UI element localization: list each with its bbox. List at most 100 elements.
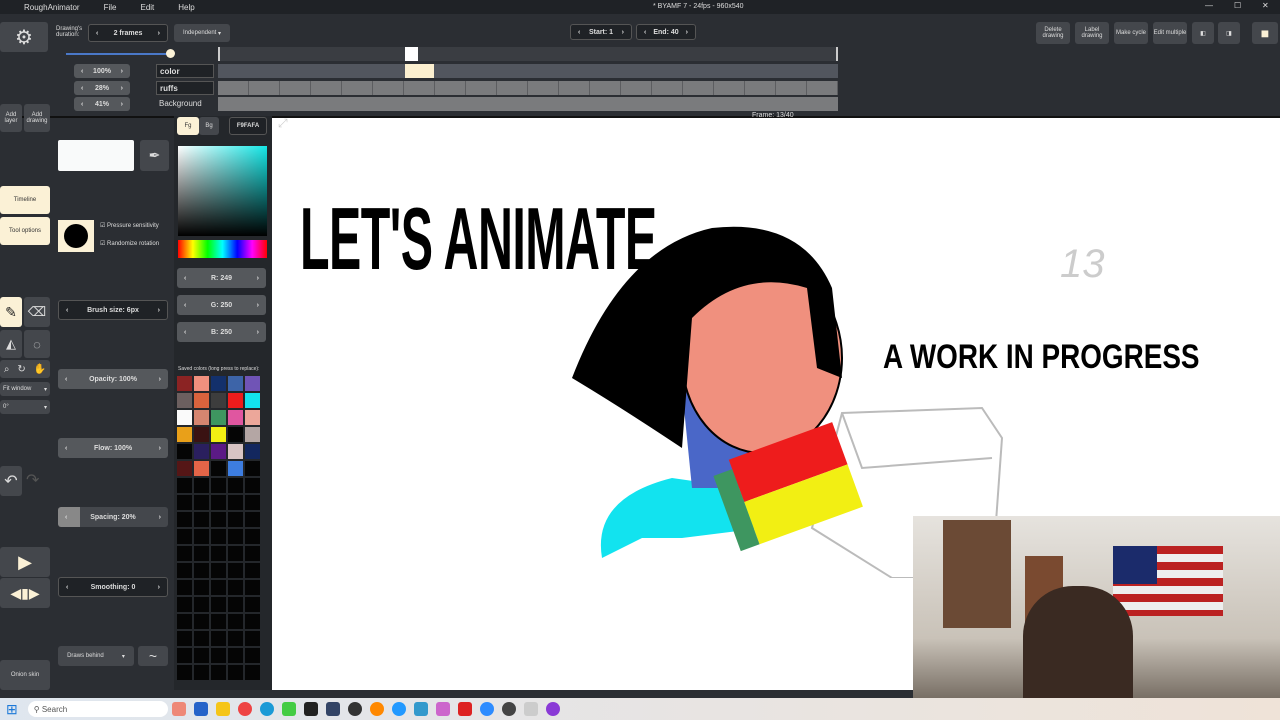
app-icon[interactable] bbox=[435, 702, 450, 716]
roughanimator-icon[interactable] bbox=[523, 702, 538, 716]
solitaire-icon[interactable] bbox=[325, 702, 340, 716]
color-swatch[interactable] bbox=[228, 512, 243, 527]
eyedropper-icon[interactable]: ✒ bbox=[140, 140, 169, 171]
windows-start-icon[interactable]: ⊞ bbox=[6, 701, 18, 718]
hand-icon[interactable]: ✋ bbox=[34, 364, 46, 375]
color-swatch[interactable] bbox=[211, 393, 226, 408]
app-icon[interactable] bbox=[545, 702, 560, 716]
color-swatch[interactable] bbox=[194, 614, 209, 629]
color-swatch[interactable] bbox=[228, 478, 243, 493]
color-swatch[interactable] bbox=[211, 376, 226, 391]
color-swatch[interactable] bbox=[228, 495, 243, 510]
color-swatch[interactable] bbox=[228, 580, 243, 595]
stroke-style-icon[interactable]: ~ bbox=[138, 646, 168, 666]
color-swatch[interactable] bbox=[177, 461, 192, 476]
bg-tab[interactable]: Bg bbox=[199, 117, 219, 135]
playhead[interactable] bbox=[405, 47, 418, 61]
color-swatch[interactable] bbox=[194, 495, 209, 510]
close-button[interactable]: ✕ bbox=[1262, 1, 1269, 10]
color-swatch[interactable] bbox=[177, 478, 192, 493]
hue-slider[interactable] bbox=[178, 240, 267, 258]
color-swatch[interactable] bbox=[245, 427, 260, 442]
color-swatch[interactable] bbox=[228, 376, 243, 391]
brush-tip-preview[interactable] bbox=[58, 220, 94, 252]
color-swatch[interactable] bbox=[194, 393, 209, 408]
flow-stepper[interactable]: ‹ Flow: 100% › bbox=[58, 438, 168, 458]
color-swatch[interactable] bbox=[194, 546, 209, 561]
color-swatch[interactable] bbox=[177, 512, 192, 527]
color-swatch[interactable] bbox=[194, 461, 209, 476]
color-swatch[interactable] bbox=[245, 478, 260, 493]
color-swatch[interactable] bbox=[245, 529, 260, 544]
color-swatch[interactable] bbox=[194, 512, 209, 527]
onion-next-icon[interactable]: ◨ bbox=[1218, 22, 1240, 44]
color-swatch[interactable] bbox=[245, 461, 260, 476]
color-swatch[interactable] bbox=[177, 546, 192, 561]
brush-size-stepper[interactable]: ‹ Brush size: 6px › bbox=[58, 300, 168, 320]
color-swatch[interactable] bbox=[194, 529, 209, 544]
edge-icon[interactable] bbox=[259, 702, 274, 716]
color-swatch[interactable] bbox=[211, 665, 226, 680]
eraser-tool-icon[interactable]: ⌫ bbox=[24, 297, 50, 327]
color-swatch[interactable] bbox=[177, 529, 192, 544]
color-swatch[interactable] bbox=[211, 495, 226, 510]
color-swatch[interactable] bbox=[177, 631, 192, 646]
color-swatch[interactable] bbox=[245, 495, 260, 510]
color-swatch[interactable] bbox=[211, 444, 226, 459]
chrome-icon[interactable] bbox=[237, 702, 252, 716]
make-cycle-button[interactable]: Make cycle bbox=[1114, 22, 1148, 44]
color-swatch[interactable] bbox=[194, 410, 209, 425]
color-swatch[interactable] bbox=[194, 631, 209, 646]
color-swatch[interactable] bbox=[211, 410, 226, 425]
fill-tool-icon[interactable]: ◭ bbox=[0, 330, 22, 358]
slider-handle[interactable] bbox=[166, 49, 175, 58]
color-swatch[interactable] bbox=[177, 376, 192, 391]
redo-icon[interactable]: ↷ bbox=[26, 470, 39, 490]
brush-tool-icon[interactable]: ✎ bbox=[0, 297, 22, 327]
obs-icon[interactable] bbox=[347, 702, 362, 716]
color-swatch[interactable] bbox=[177, 665, 192, 680]
fit-dropdown[interactable]: Fit window ▾ bbox=[0, 382, 50, 396]
color-swatch[interactable] bbox=[211, 614, 226, 629]
color-swatch[interactable] bbox=[228, 563, 243, 578]
color-swatch[interactable] bbox=[177, 427, 192, 442]
zoom-icon[interactable]: ⌕ bbox=[4, 364, 10, 375]
settings-gear-icon[interactable]: ⚙ bbox=[0, 22, 48, 52]
green-stepper[interactable]: ‹ G: 250 › bbox=[177, 295, 266, 315]
color-swatch[interactable] bbox=[177, 495, 192, 510]
color-swatch[interactable] bbox=[228, 461, 243, 476]
color-swatch[interactable] bbox=[245, 512, 260, 527]
app-icon[interactable] bbox=[303, 702, 318, 716]
color-swatch[interactable] bbox=[211, 546, 226, 561]
color-swatch[interactable] bbox=[194, 580, 209, 595]
color-swatch[interactable] bbox=[194, 597, 209, 612]
zoom-app-icon[interactable] bbox=[479, 702, 494, 716]
draws-behind-dropdown[interactable]: Draws behind ▾ bbox=[58, 646, 134, 666]
edit-multiple-button[interactable]: Edit multiple bbox=[1153, 22, 1187, 44]
color-swatch[interactable] bbox=[245, 648, 260, 663]
color-swatch[interactable] bbox=[228, 444, 243, 459]
layer-opacity[interactable]: ‹ 100% › bbox=[74, 64, 130, 78]
color-swatch[interactable] bbox=[245, 563, 260, 578]
app-icon[interactable] bbox=[413, 702, 428, 716]
color-swatch[interactable] bbox=[211, 580, 226, 595]
rotation-dropdown[interactable]: 0° ▾ bbox=[0, 400, 50, 414]
track-color[interactable] bbox=[218, 64, 838, 78]
current-drawing-cell[interactable] bbox=[405, 64, 434, 78]
color-swatch[interactable] bbox=[245, 580, 260, 595]
onion-prev-icon[interactable]: ◧ bbox=[1192, 22, 1214, 44]
color-swatch[interactable] bbox=[177, 614, 192, 629]
color-swatch[interactable] bbox=[194, 478, 209, 493]
color-swatch[interactable] bbox=[245, 393, 260, 408]
color-swatch[interactable] bbox=[228, 597, 243, 612]
color-swatch[interactable] bbox=[245, 597, 260, 612]
color-swatch[interactable] bbox=[211, 512, 226, 527]
saturation-picker[interactable] bbox=[178, 146, 267, 236]
minimize-button[interactable]: — bbox=[1205, 1, 1213, 10]
color-swatch[interactable] bbox=[228, 614, 243, 629]
mode-dropdown[interactable]: Independent ▾ bbox=[174, 24, 230, 42]
frame-step-icon[interactable]: ◀▮▶ bbox=[0, 578, 50, 608]
add-drawing-button[interactable]: Add drawing bbox=[24, 104, 50, 132]
color-swatch[interactable] bbox=[177, 410, 192, 425]
layer-name[interactable]: color bbox=[156, 64, 214, 78]
